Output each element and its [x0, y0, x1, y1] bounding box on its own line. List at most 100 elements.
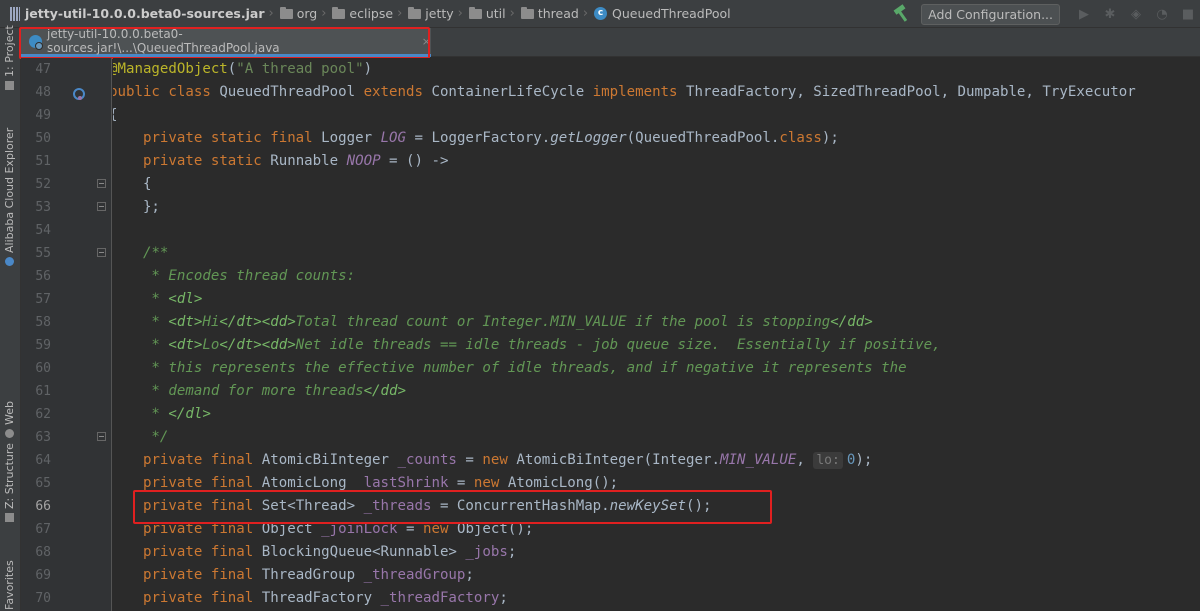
add-configuration-button[interactable]: Add Configuration...: [921, 3, 1060, 25]
web-tool-button[interactable]: Web: [3, 401, 16, 438]
line-number: 50: [35, 131, 51, 146]
argument-value: 0: [846, 452, 856, 468]
run-icon[interactable]: ▶: [1072, 4, 1096, 24]
breadcrumb-package-eclipse[interactable]: eclipse ›: [332, 0, 408, 28]
parameter-hint: lo:: [813, 452, 843, 469]
line-number: 69: [35, 568, 51, 583]
line-number: 57: [35, 292, 51, 307]
line-number: 67: [35, 522, 51, 537]
stop-icon[interactable]: ■: [1176, 4, 1200, 24]
line-number: 58: [35, 315, 51, 330]
project-tool-button[interactable]: 1: Project: [3, 25, 16, 90]
code-line-49: {: [113, 104, 118, 127]
code-line-63: */: [113, 429, 169, 445]
folder-icon: [408, 6, 422, 19]
coverage-icon[interactable]: ◈: [1124, 4, 1148, 24]
web-tool-label: Web: [3, 401, 16, 425]
code-line-70: private final ThreadFactory _threadFacto…: [142, 590, 508, 606]
folder-icon: [279, 6, 293, 19]
tab-highlight-box: [19, 27, 430, 59]
jar-icon: [10, 6, 20, 21]
globe-icon: [5, 429, 14, 438]
favorites-tool-label: Favorites: [3, 560, 16, 610]
code-line-57: * <dl>: [113, 291, 203, 307]
cloud-icon: [5, 257, 14, 266]
fold-icon[interactable]: [97, 248, 106, 257]
structure-icon: [5, 513, 14, 522]
line-number: 48: [35, 85, 51, 100]
line-number: 63: [35, 430, 51, 445]
favorites-tool-button[interactable]: Favorites: [3, 560, 16, 610]
code-line-60: * this represents the effective number o…: [113, 360, 907, 376]
implements-marker-icon[interactable]: [73, 88, 85, 100]
code-line-69: private final ThreadGroup _threadGroup;: [142, 567, 474, 583]
code-line-55: /**: [142, 245, 169, 261]
folder-icon: [520, 6, 534, 19]
line-number: 70: [35, 591, 51, 606]
line-number: 61: [35, 384, 51, 399]
code-line-64: private final AtomicBiInteger _counts = …: [142, 452, 873, 469]
breadcrumb-label: org: [296, 6, 318, 21]
tool-window-strip: 1: Project Alibaba Cloud Explorer Web Z:…: [0, 25, 21, 611]
line-number: 51: [35, 154, 51, 169]
line-number: 59: [35, 338, 51, 353]
project-icon: [5, 81, 14, 90]
editor-gutter: 47 48 49 50 51 52 53 54 55 56 57 58 59 6…: [21, 58, 112, 611]
chevron-right-icon: ›: [509, 6, 515, 21]
chevron-right-icon: ›: [582, 6, 589, 21]
code-line-47: @ManagedObject("A thread pool"): [113, 61, 373, 77]
line-number: 54: [35, 223, 51, 238]
line-number: 68: [35, 545, 51, 560]
breadcrumb-label: thread: [537, 6, 579, 21]
line-number-current: 66: [35, 499, 51, 514]
fold-icon[interactable]: [97, 179, 106, 188]
breadcrumb-label: jetty: [425, 6, 454, 21]
code-line-53: };: [113, 199, 160, 215]
breadcrumb-class[interactable]: c QueuedThreadPool: [594, 0, 731, 28]
structure-tool-label: Z: Structure: [3, 443, 16, 509]
breadcrumb-package-org[interactable]: org ›: [279, 0, 333, 28]
code-line-61: * demand for more threads</dd>: [113, 383, 406, 399]
code-line-62: * </dl>: [113, 406, 211, 422]
code-line-50: private static final Logger LOG = Logger…: [142, 130, 839, 146]
line-number: 65: [35, 476, 51, 491]
breadcrumb-class-label: QueuedThreadPool: [612, 6, 731, 21]
run-toolbar: Add Configuration... ▶ ✱ ◈ ◔ ■: [891, 0, 1200, 28]
chevron-right-icon: ›: [397, 6, 403, 21]
profile-icon[interactable]: ◔: [1150, 4, 1174, 24]
fold-icon[interactable]: [97, 202, 106, 211]
code-line-59: * <dt>Lo</dt><dd>Net idle threads == idl…: [113, 337, 941, 353]
breadcrumb-jar[interactable]: jetty-util-10.0.0.beta0-sources.jar ›: [0, 0, 280, 28]
class-icon: c: [594, 7, 608, 20]
line-number: 56: [35, 269, 51, 284]
code-editor[interactable]: @ManagedObject("A thread pool") public c…: [113, 58, 1200, 611]
navigation-bar: jetty-util-10.0.0.beta0-sources.jar › or…: [0, 0, 1200, 28]
structure-tool-button[interactable]: Z: Structure: [3, 443, 16, 522]
line-highlight-box: [133, 490, 772, 524]
hammer-icon[interactable]: [891, 4, 911, 24]
folder-icon: [332, 6, 346, 19]
cloud-explorer-label: Alibaba Cloud Explorer: [3, 127, 16, 253]
line-number: 64: [35, 453, 51, 468]
breadcrumb-label: util: [485, 6, 506, 21]
line-number: 62: [35, 407, 51, 422]
breadcrumb-label: eclipse: [349, 6, 394, 21]
code-line-51: private static Runnable NOOP = () ->: [142, 153, 449, 169]
fold-icon[interactable]: [97, 432, 106, 441]
chevron-right-icon: ›: [321, 6, 327, 21]
folder-icon: [468, 6, 482, 19]
line-number: 52: [35, 177, 51, 192]
chevron-right-icon: ›: [457, 6, 463, 21]
debug-icon[interactable]: ✱: [1098, 4, 1122, 24]
breadcrumb-jar-label: jetty-util-10.0.0.beta0-sources.jar: [25, 6, 265, 21]
breadcrumb-package-jetty[interactable]: jetty ›: [408, 0, 469, 28]
line-number: 60: [35, 361, 51, 376]
line-number: 55: [35, 246, 51, 261]
code-line-48: public class QueuedThreadPool extends Co…: [113, 84, 1136, 100]
project-tool-label: 1: Project: [3, 25, 16, 77]
code-line-56: * Encodes thread counts:: [113, 268, 356, 284]
breadcrumb-package-util[interactable]: util ›: [468, 0, 521, 28]
cloud-explorer-tool-button[interactable]: Alibaba Cloud Explorer: [3, 128, 16, 266]
breadcrumb-package-thread[interactable]: thread ›: [520, 0, 594, 28]
